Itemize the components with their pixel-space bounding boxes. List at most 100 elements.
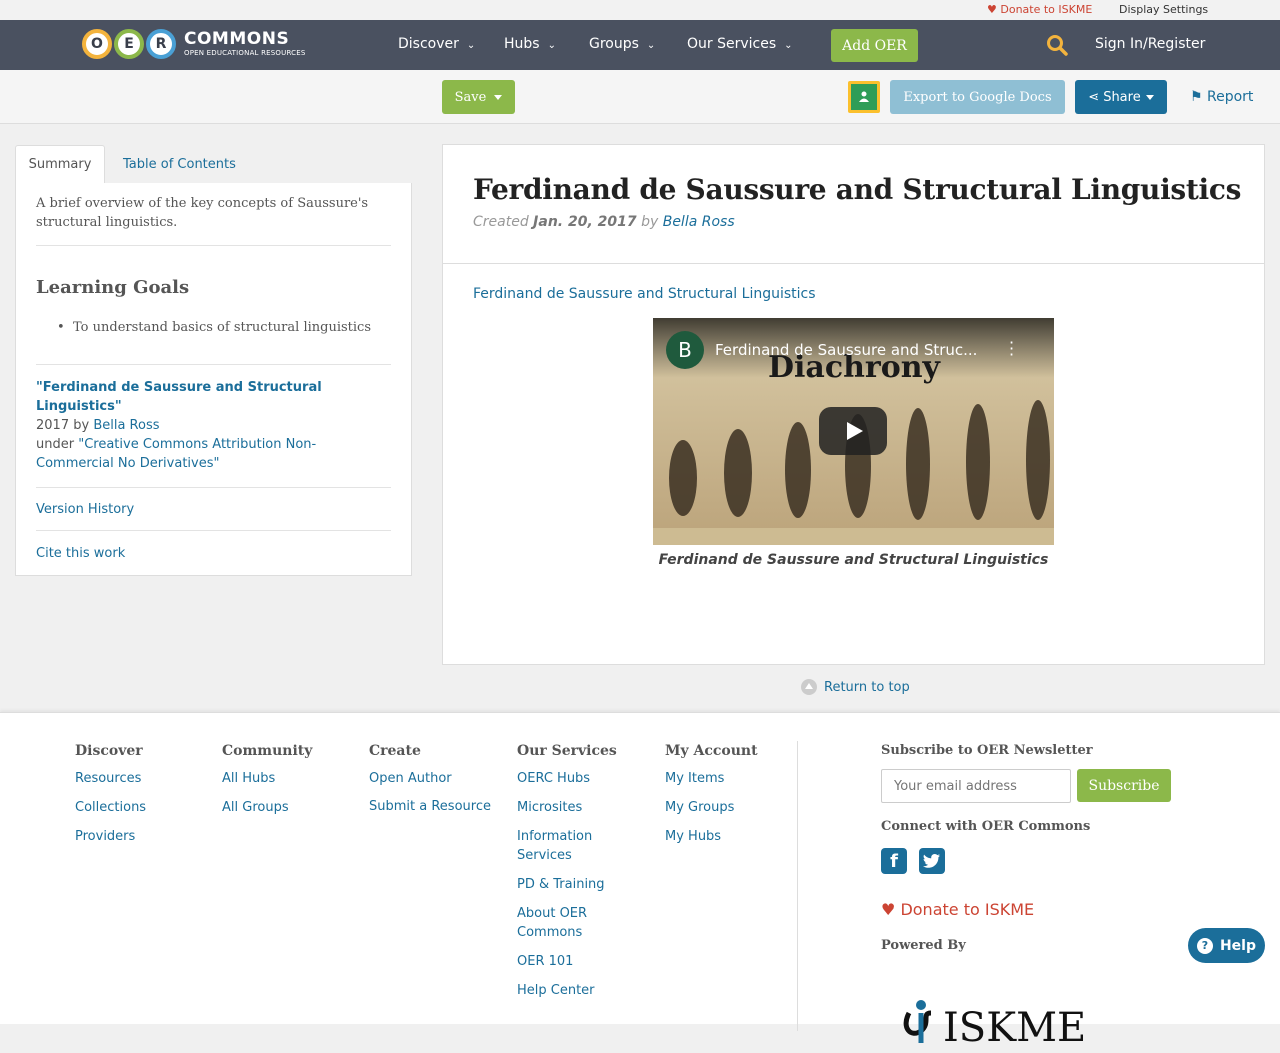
footer-link-my-hubs[interactable]: My Hubs (665, 827, 758, 846)
channel-avatar[interactable]: B (666, 331, 704, 369)
nav-hubs[interactable]: Hubs ⌄ (504, 36, 556, 52)
caret-down-icon (1145, 94, 1154, 100)
attribution-year: 2017 by (36, 418, 90, 433)
help-label: Help (1219, 937, 1257, 954)
resource-content: Ferdinand de Saussure and Structural Lin… (442, 144, 1265, 665)
footer-link-information-services[interactable]: Information Services (517, 827, 627, 865)
nav-hubs-label: Hubs (504, 36, 540, 52)
footer-link-oerc-hubs[interactable]: OERC Hubs (517, 769, 627, 788)
nav-our-services[interactable]: Our Services ⌄ (687, 36, 793, 52)
attribution-under: under (36, 437, 75, 452)
created-by: by (641, 214, 659, 230)
created-date: Jan. 20, 2017 (533, 214, 637, 230)
footer-link-all-groups[interactable]: All Groups (222, 798, 312, 817)
newsletter-email-input[interactable] (881, 769, 1071, 803)
donate-link[interactable]: ♥ Donate to ISKME (987, 3, 1092, 16)
logo-subtitle: OPEN EDUCATIONAL RESOURCES (184, 49, 306, 57)
footer-link-all-hubs[interactable]: All Hubs (222, 769, 312, 788)
footer-col-our-services: Our Services OERC Hubs Microsites Inform… (517, 743, 627, 1010)
help-button[interactable]: ? Help (1188, 928, 1265, 963)
version-history-link[interactable]: Version History (36, 502, 391, 517)
sidebar-tabs: Summary Table of Contents (15, 145, 412, 184)
footer-link-providers[interactable]: Providers (75, 827, 146, 846)
footer-link-microsites[interactable]: Microsites (517, 798, 627, 817)
video-player[interactable]: Diachrony B Ferdinand de Saussure and St… (653, 318, 1054, 545)
resource-toolbar: Save Export to Google Docs ⋖ Share ⚑ Repo… (0, 70, 1280, 124)
cite-this-work-link[interactable]: Cite this work (36, 546, 391, 561)
caret-down-icon (494, 94, 503, 100)
share-icon: ⋖ (1088, 89, 1100, 105)
flag-icon: ⚑ (1190, 89, 1203, 105)
report-link[interactable]: ⚑ Report (1190, 89, 1253, 105)
learning-goals-title: Learning Goals (36, 277, 190, 298)
footer-link-my-groups[interactable]: My Groups (665, 798, 758, 817)
tab-summary[interactable]: Summary (15, 145, 105, 184)
resource-link[interactable]: Ferdinand de Saussure and Structural Lin… (473, 286, 816, 302)
more-options-icon[interactable]: · · · (1009, 335, 1014, 363)
arrow-up-icon (801, 679, 817, 695)
nav-discover[interactable]: Discover ⌄ (398, 36, 475, 52)
logo-letter-r: R (146, 29, 176, 59)
author-link[interactable]: Bella Ross (663, 214, 735, 230)
nav-our-services-label: Our Services (687, 36, 777, 52)
footer-link-help-center[interactable]: Help Center (517, 981, 627, 1000)
footer-right: Subscribe to OER Newsletter Subscribe Co… (881, 743, 1171, 1051)
tab-table-of-contents[interactable]: Table of Contents (123, 145, 236, 184)
summary-panel: A brief overview of the key concepts of … (15, 183, 412, 576)
save-button[interactable]: Save (442, 80, 515, 114)
utility-bar: ♥ Donate to ISKME Display Settings (0, 0, 1280, 20)
export-google-docs-button[interactable]: Export to Google Docs (890, 80, 1065, 114)
footer-heading: Discover (75, 743, 143, 759)
footer-link-collections[interactable]: Collections (75, 798, 146, 817)
created-line: Created Jan. 20, 2017 by Bella Ross (473, 214, 735, 230)
footer-link-about[interactable]: About OER Commons (517, 904, 627, 942)
oer-commons-logo[interactable]: O E R COMMONS OPEN EDUCATIONAL RESOURCES (82, 25, 306, 63)
video-caption: Ferdinand de Saussure and Structural Lin… (658, 552, 1049, 568)
nav-groups-label: Groups (589, 36, 639, 52)
site-footer: Discover Resources Collections Providers… (0, 712, 1280, 1051)
attribution-author-link[interactable]: Bella Ross (93, 418, 159, 433)
play-button[interactable] (819, 407, 887, 455)
chevron-down-icon: ⌄ (466, 40, 476, 51)
question-icon: ? (1196, 937, 1213, 954)
powered-by-label: Powered By (881, 938, 966, 953)
return-to-top-label: Return to top (824, 679, 910, 695)
donate-label: Donate to ISKME (1000, 3, 1093, 16)
footer-link-resources[interactable]: Resources (75, 769, 146, 788)
nav-groups[interactable]: Groups ⌄ (589, 36, 655, 52)
learning-goal-item: To understand basics of structural lingu… (57, 320, 391, 335)
footer-heading: Create (369, 743, 421, 759)
display-settings-link[interactable]: Display Settings (1119, 3, 1208, 16)
nav-discover-label: Discover (398, 36, 459, 52)
share-label: Share (1103, 89, 1141, 105)
subscribe-button[interactable]: Subscribe (1077, 769, 1171, 802)
footer-donate-link[interactable]: ♥ Donate to ISKME (881, 900, 1034, 919)
chevron-down-icon: ⌄ (547, 40, 556, 51)
iskme-logo[interactable]: ISKME (891, 983, 1101, 1053)
heart-icon: ♥ (881, 900, 896, 919)
report-label: Report (1207, 89, 1254, 105)
main-nav: O E R COMMONS OPEN EDUCATIONAL RESOURCES… (0, 20, 1280, 70)
footer-link-oer-101[interactable]: OER 101 (517, 952, 627, 971)
footer-link-open-author[interactable]: Open Author (369, 769, 491, 788)
search-icon[interactable] (1046, 34, 1068, 56)
add-oer-button[interactable]: Add OER (831, 29, 918, 62)
footer-link-my-items[interactable]: My Items (665, 769, 758, 788)
google-classroom-icon[interactable] (848, 81, 880, 113)
footer-link-pd-training[interactable]: PD & Training (517, 875, 627, 894)
connect-title: Connect with OER Commons (881, 819, 1091, 834)
facebook-icon[interactable]: f (881, 848, 907, 874)
sign-in-link[interactable]: Sign In/Register (1095, 36, 1205, 52)
footer-link-submit-resource[interactable]: Submit a Resource (369, 797, 491, 816)
page-title: Ferdinand de Saussure and Structural Lin… (473, 173, 1242, 206)
logo-title: COMMONS (184, 29, 290, 49)
footer-col-discover: Discover Resources Collections Providers (75, 743, 146, 856)
return-to-top-link[interactable]: Return to top (801, 679, 910, 695)
chevron-down-icon: ⌄ (784, 40, 793, 51)
video-title[interactable]: Ferdinand de Saussure and Struc... (715, 341, 977, 359)
share-button[interactable]: ⋖ Share (1075, 80, 1167, 114)
attribution: "Ferdinand de Saussure and Structural Li… (36, 378, 391, 473)
attribution-title-link[interactable]: "Ferdinand de Saussure and Structural Li… (36, 380, 322, 414)
license-link[interactable]: "Creative Commons Attribution Non-Commer… (36, 437, 316, 471)
twitter-icon[interactable] (919, 848, 945, 874)
